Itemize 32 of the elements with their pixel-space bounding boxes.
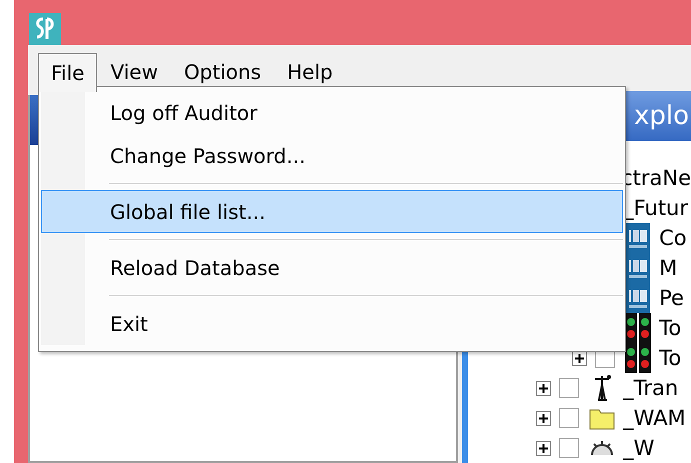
device-icon xyxy=(626,223,650,253)
tree-item[interactable]: M xyxy=(659,256,678,280)
menu-item[interactable]: Exit xyxy=(41,302,623,345)
tree-item[interactable]: To xyxy=(659,346,682,370)
tree-item[interactable]: _W xyxy=(623,436,654,460)
checkbox[interactable] xyxy=(559,438,580,458)
app-logo-icon xyxy=(29,13,61,45)
signal-lights-icon xyxy=(625,343,652,373)
plus-icon xyxy=(574,354,584,362)
tree-item[interactable]: _WAM xyxy=(623,406,686,430)
plus-icon xyxy=(538,414,548,422)
device-icon xyxy=(626,283,650,313)
menu-item[interactable]: Help xyxy=(274,53,346,91)
menu-item[interactable]: View xyxy=(97,53,171,91)
tree-item[interactable]: Pe xyxy=(659,286,684,310)
menu-item[interactable]: Global file list... xyxy=(41,190,623,233)
tree-item[interactable]: To xyxy=(659,316,682,340)
plus-icon xyxy=(538,384,548,392)
checkbox[interactable] xyxy=(559,408,580,428)
menu-item[interactable]: Options xyxy=(170,53,274,91)
plus-icon xyxy=(538,444,548,452)
tree-item[interactable]: _Futur xyxy=(623,196,688,220)
checkbox[interactable] xyxy=(559,378,580,398)
gear-icon xyxy=(590,441,614,455)
expand-toggle[interactable] xyxy=(536,380,551,396)
expand-toggle[interactable] xyxy=(536,440,551,456)
expand-toggle[interactable] xyxy=(536,410,551,426)
menu-item[interactable]: Reload Database xyxy=(41,246,623,289)
menu-item[interactable]: File xyxy=(38,52,98,92)
tree-item[interactable]: Co xyxy=(659,226,687,250)
signal-lights-icon xyxy=(625,313,652,343)
tree-item[interactable]: _Tran xyxy=(623,376,678,400)
